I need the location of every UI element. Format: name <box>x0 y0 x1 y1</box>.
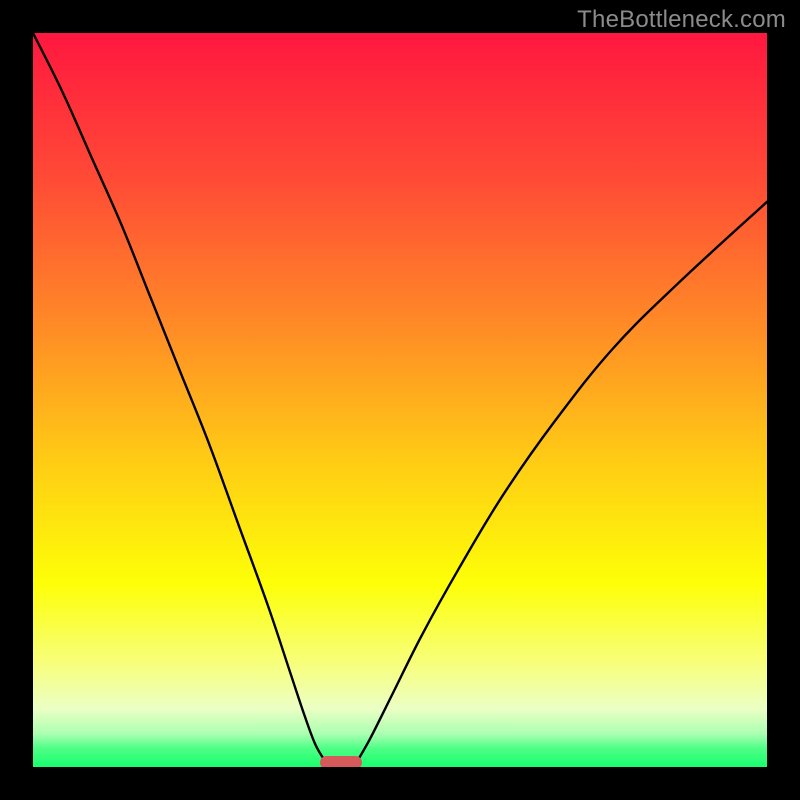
chart-frame: TheBottleneck.com <box>0 0 800 800</box>
watermark-text: TheBottleneck.com <box>577 6 786 34</box>
bottleneck-curve <box>33 33 767 767</box>
plot-area <box>33 33 767 767</box>
optimal-marker <box>320 756 362 767</box>
